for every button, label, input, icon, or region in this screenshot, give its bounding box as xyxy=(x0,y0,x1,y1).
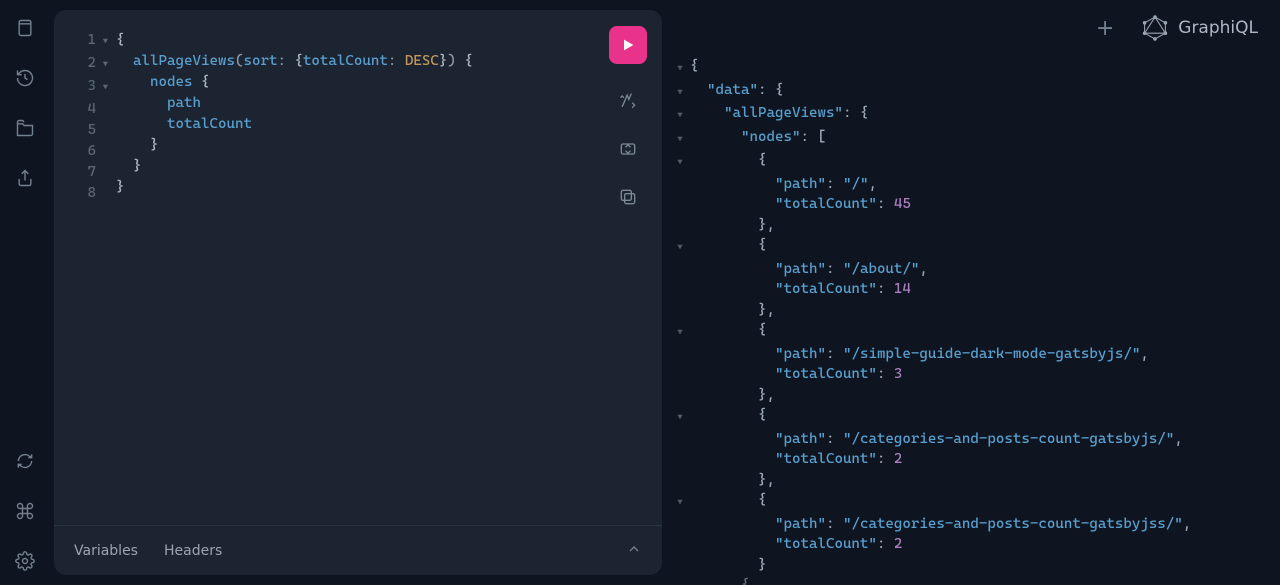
share-icon[interactable] xyxy=(15,168,35,188)
result-panel: + GraphiQL ▼{▼ "data": {▼ "allPageViews"… xyxy=(666,0,1280,585)
docs-icon[interactable] xyxy=(15,18,35,38)
shortcuts-icon[interactable] xyxy=(15,501,35,521)
query-editor[interactable]: { allPageViews(sort: {totalCount: DESC})… xyxy=(110,10,473,525)
add-tab-icon[interactable]: + xyxy=(1096,16,1114,41)
editor-gutter: 1▼2▼3▼45678 xyxy=(54,10,110,525)
tab-headers[interactable]: Headers xyxy=(164,543,222,559)
prettify-icon[interactable] xyxy=(617,90,639,112)
merge-icon[interactable] xyxy=(617,138,639,160)
copy-icon[interactable] xyxy=(617,186,639,208)
tab-variables[interactable]: Variables xyxy=(74,543,138,559)
chevron-up-icon[interactable] xyxy=(626,541,642,561)
brand-label: GraphiQL xyxy=(1178,18,1258,38)
query-panel: 1▼2▼3▼45678 { allPageViews(sort: {totalC… xyxy=(54,10,662,575)
run-button[interactable] xyxy=(609,26,647,64)
header: + GraphiQL xyxy=(666,0,1280,56)
settings-icon[interactable] xyxy=(15,551,35,571)
refresh-icon[interactable] xyxy=(15,451,35,471)
history-icon[interactable] xyxy=(15,68,35,88)
sidebar xyxy=(0,0,50,585)
result-viewer[interactable]: ▼{▼ "data": {▼ "allPageViews": {▼ "nodes… xyxy=(666,56,1280,585)
brand[interactable]: GraphiQL xyxy=(1142,15,1258,41)
graphql-icon xyxy=(1142,15,1168,41)
bottom-tabs: Variables Headers xyxy=(54,525,662,575)
explorer-icon[interactable] xyxy=(15,118,35,138)
